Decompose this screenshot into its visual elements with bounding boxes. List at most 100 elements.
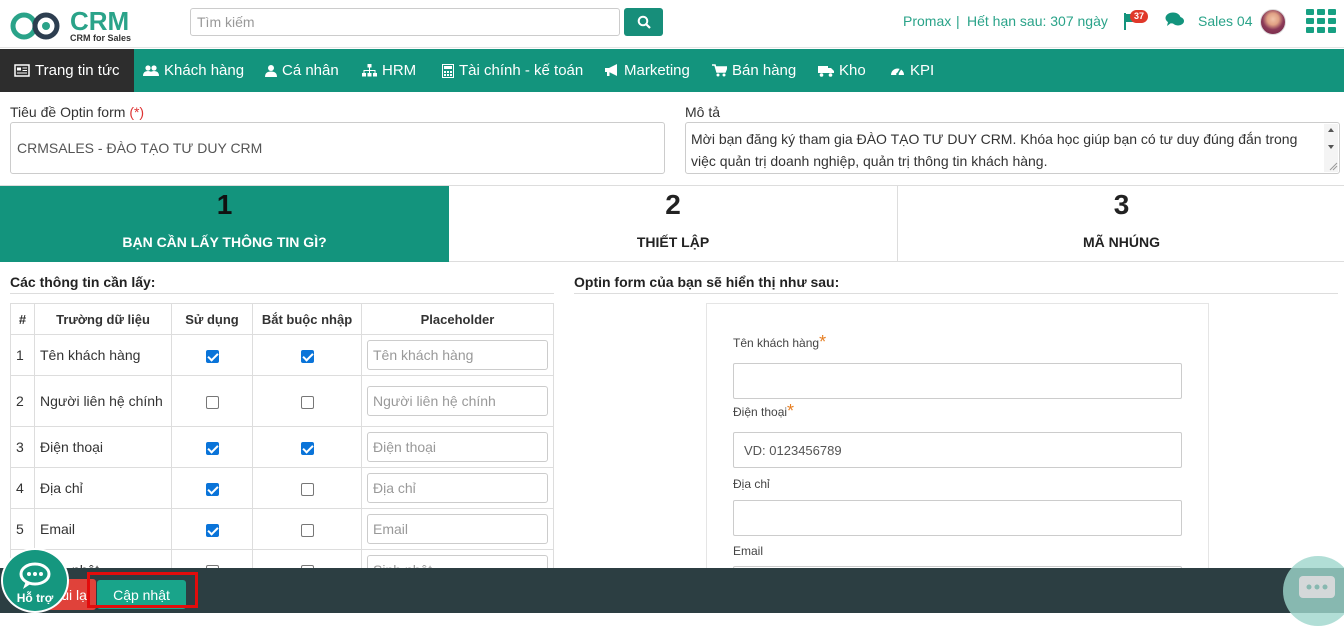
row-field-name: Tên khách hàng <box>34 334 172 376</box>
table-row: 1 Tên khách hàng Tên khách hàng <box>10 334 554 376</box>
required-checkbox[interactable] <box>300 523 314 537</box>
header-separator: | <box>956 13 960 29</box>
search-input[interactable] <box>190 8 620 36</box>
title-label-text: Tiêu đề Optin form <box>10 104 126 120</box>
search-button[interactable] <box>624 8 663 36</box>
preview-label-text: Điện thoại <box>733 405 788 419</box>
newspaper-icon <box>14 64 30 77</box>
required-cell <box>252 467 362 509</box>
optin-preview: Tên khách hàng* Điện thoại * VD: 01234567… <box>706 303 1209 602</box>
required-checkbox[interactable] <box>300 441 314 455</box>
support-button[interactable]: Hỗ trợ <box>1 548 69 613</box>
textarea-scrollbar[interactable] <box>1324 124 1338 172</box>
nav-label: HRM <box>382 62 417 79</box>
table-header-row: # Trường dữ liệu Sử dụng Bắt buộc nhập P… <box>10 303 554 335</box>
nav-item-customers[interactable]: Khách hàng <box>143 49 244 92</box>
step-title: BẠN CẦN LẤY THÔNG TIN GÌ? <box>122 234 327 250</box>
avatar[interactable] <box>1260 9 1286 35</box>
step-title: THIẾT LẬP <box>636 234 710 250</box>
required-checkbox[interactable] <box>300 395 314 409</box>
nav-label: Trang tin tức <box>35 62 120 79</box>
row-field-name: Người liên hệ chính <box>34 375 172 427</box>
step-number: 1 <box>216 189 233 220</box>
preview-input-name[interactable] <box>733 363 1182 399</box>
scroll-arrows-icon <box>1328 128 1338 171</box>
nav-label: Cá nhân <box>282 62 339 79</box>
required-cell <box>252 508 362 550</box>
placeholder-input[interactable]: Người liên hệ chính <box>367 386 548 416</box>
placeholder-cell: Người liên hệ chính <box>361 375 554 427</box>
required-checkbox[interactable] <box>300 349 314 363</box>
required-star: * <box>819 332 827 352</box>
users-icon <box>143 65 159 76</box>
user-icon <box>265 65 277 77</box>
nav-item-personal[interactable]: Cá nhân <box>265 49 339 92</box>
description-text: Mời bạn đăng ký tham gia ĐÀO TẠO TƯ DUY … <box>691 131 1298 169</box>
bullhorn-icon <box>605 64 617 76</box>
step-1[interactable]: 1 BẠN CẦN LẤY THÔNG TIN GÌ? <box>0 186 449 262</box>
nav-item-sales[interactable]: Bán hàng <box>712 49 796 92</box>
placeholder-cell: Email <box>361 508 554 550</box>
use-checkbox[interactable] <box>205 482 219 496</box>
placeholder-input[interactable]: Tên khách hàng <box>367 340 548 370</box>
nav-item-kpi[interactable]: KPI <box>890 49 934 92</box>
description-textarea[interactable]: Mời bạn đăng ký tham gia ĐÀO TẠO TƯ DUY … <box>685 122 1340 174</box>
placeholder-input[interactable]: Email <box>367 514 548 544</box>
nav-item-finance[interactable]: Tài chính - kế toán <box>442 49 583 92</box>
nav-label: Marketing <box>624 62 690 79</box>
step-2[interactable]: 2 THIẾT LẬP <box>449 186 898 262</box>
nav-label: KPI <box>910 62 935 79</box>
comments-icon[interactable] <box>1165 12 1185 28</box>
preview-input-phone[interactable]: VD: 0123456789 <box>733 432 1182 468</box>
main-nav: Trang tin tức Khách hàng Cá nhân HRM Tài… <box>0 49 1344 92</box>
placeholder-cell: Địa chỉ <box>361 467 554 509</box>
nav-label: Bán hàng <box>732 62 797 79</box>
use-checkbox[interactable] <box>205 441 219 455</box>
use-cell <box>171 334 253 376</box>
support-label: Hỗ trợ <box>16 591 54 605</box>
use-checkbox[interactable] <box>205 523 219 537</box>
step-title: MÃ NHÚNG <box>1083 234 1160 250</box>
step-number: 3 <box>1113 189 1130 220</box>
use-checkbox[interactable] <box>205 395 219 409</box>
use-cell <box>171 375 253 427</box>
use-cell <box>171 508 253 550</box>
chat-widget-button[interactable] <box>1283 556 1344 626</box>
use-checkbox[interactable] <box>205 349 219 363</box>
divider <box>10 293 554 294</box>
row-field-name: Địa chỉ <box>34 467 172 509</box>
nav-item-hrm[interactable]: HRM <box>362 49 416 92</box>
required-cell <box>252 426 362 468</box>
expiry-text: Hết hạn sau: 307 ngày <box>967 13 1108 29</box>
preview-input-address[interactable] <box>733 500 1182 536</box>
col-placeholder: Placeholder <box>361 303 554 335</box>
placeholder-cell: Điện thoại <box>361 426 554 468</box>
title-input[interactable]: CRMSALES - ĐÀO TẠO TƯ DUY CRM <box>10 122 665 174</box>
fields-table: # Trường dữ liệu Sử dụng Bắt buộc nhập P… <box>10 303 554 591</box>
nav-label: Khách hàng <box>164 62 245 79</box>
cart-icon <box>712 64 727 77</box>
required-cell <box>252 334 362 376</box>
bottom-action-bar <box>0 568 1344 613</box>
nav-item-news[interactable]: Trang tin tức <box>0 49 134 92</box>
table-row: 2 Người liên hệ chính Người liên hệ chính <box>10 375 554 427</box>
row-number: 3 <box>10 426 35 468</box>
apps-grid-icon[interactable] <box>1306 9 1336 33</box>
step-3[interactable]: 3 MÃ NHÚNG <box>899 186 1344 262</box>
placeholder-input[interactable]: Điện thoại <box>367 432 548 462</box>
nav-item-warehouse[interactable]: Kho <box>818 49 866 92</box>
logo-rings-icon <box>10 12 60 40</box>
nav-item-marketing[interactable]: Marketing <box>604 49 690 92</box>
plan-name[interactable]: Promax <box>903 13 951 29</box>
dashboard-icon <box>891 68 904 76</box>
placeholder-input[interactable]: Địa chỉ <box>367 473 548 503</box>
table-row: 5 Email Email <box>10 508 554 550</box>
user-name[interactable]: Sales 04 <box>1198 13 1252 29</box>
divider <box>574 293 1338 294</box>
description-label: Mô tả <box>685 104 721 120</box>
row-number: 5 <box>10 508 35 550</box>
required-checkbox[interactable] <box>300 482 314 496</box>
crm-logo[interactable]: CRM CRM for Sales <box>10 8 135 43</box>
row-number: 4 <box>10 467 35 509</box>
preview-label: Tên khách hàng* <box>733 333 826 351</box>
